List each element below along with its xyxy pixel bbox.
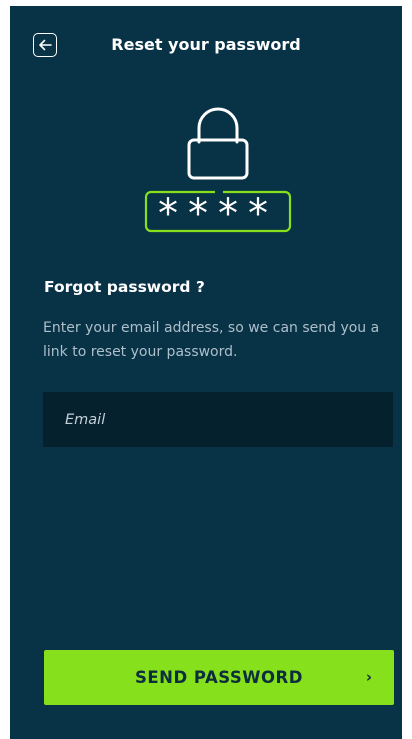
page-title: Reset your password [111, 35, 301, 54]
header: Reset your password [10, 6, 402, 84]
password-mask-box: **** [144, 190, 292, 236]
lock-password-illustration: **** [144, 107, 292, 236]
forgot-password-description: Enter your email address, so we can send… [43, 320, 380, 360]
padlock-icon [187, 107, 249, 180]
reset-password-screen: Reset your password **** Forgot password… [10, 6, 402, 739]
send-password-label: SEND PASSWORD [135, 668, 303, 687]
forgot-password-heading: Forgot password ? [44, 278, 205, 296]
chevron-right-icon: › [365, 668, 372, 686]
send-password-button[interactable]: SEND PASSWORD › [44, 650, 394, 705]
password-mask-text: **** [158, 191, 278, 236]
email-field[interactable] [43, 392, 393, 447]
